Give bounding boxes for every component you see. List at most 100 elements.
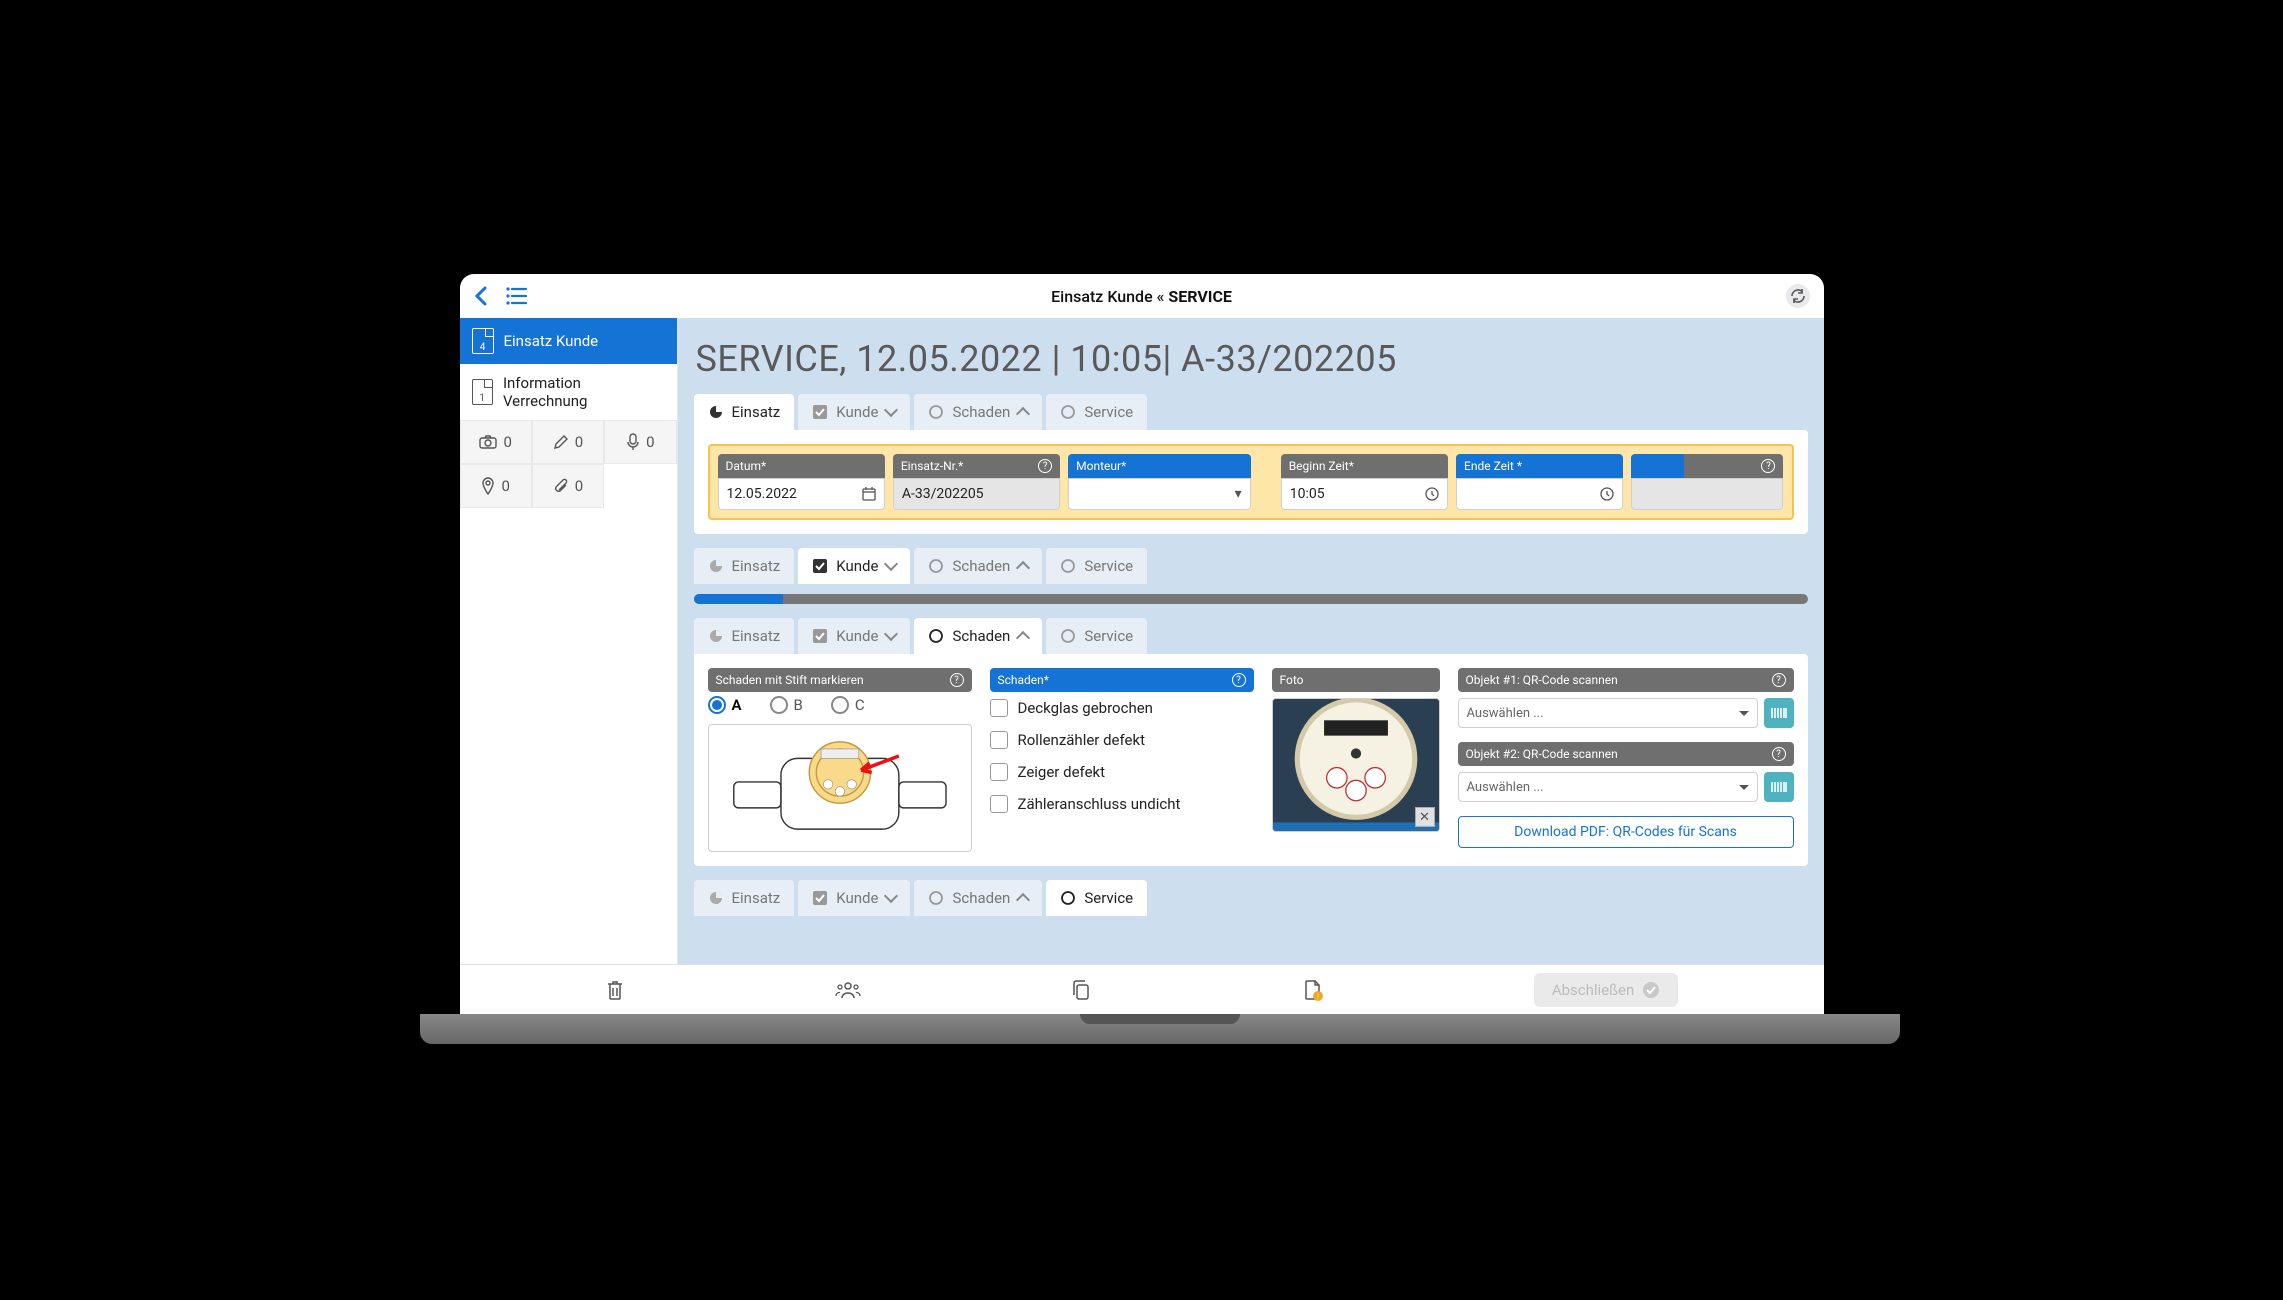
input-extra (1631, 478, 1783, 510)
scan-qr1-button[interactable] (1764, 698, 1794, 728)
clock-icon (1600, 487, 1614, 501)
help-icon[interactable]: ? (1772, 673, 1786, 687)
tab-service[interactable]: Service (1046, 548, 1147, 584)
scan-qr2-button[interactable] (1764, 772, 1794, 802)
download-pdf-button[interactable]: Download PDF: QR-Codes für Scans (1458, 816, 1794, 848)
mic-icon (626, 433, 640, 451)
tab-schaden[interactable]: Schaden (914, 394, 1042, 430)
tabs-schaden-block: Einsatz Kunde Schaden Service (694, 618, 1808, 654)
group-icon[interactable] (835, 981, 861, 999)
tab-schaden[interactable]: Schaden (914, 880, 1042, 916)
label-beginn-zeit: Beginn Zeit* (1281, 454, 1448, 478)
tool-clip[interactable]: 0 (532, 464, 604, 508)
app-screen: Einsatz Kunde « SERVICE 4 Einsatz Kunde … (460, 274, 1824, 1014)
circle-icon (1060, 404, 1076, 420)
radio-a[interactable]: A (708, 696, 742, 714)
label-qr2: Objekt #2: QR-Code scannen? (1458, 742, 1794, 766)
help-icon[interactable]: ? (1038, 459, 1052, 473)
meter-diagram[interactable] (708, 724, 972, 852)
chevron-up-icon (1016, 893, 1030, 907)
clock-icon (1425, 487, 1439, 501)
check-box-icon (812, 890, 828, 906)
tab-einsatz[interactable]: Einsatz (694, 880, 795, 916)
refresh-icon[interactable] (1786, 284, 1810, 308)
circle-icon (1060, 558, 1076, 574)
circle-icon (928, 890, 944, 906)
trash-icon[interactable] (605, 979, 625, 1001)
sidebar-item-label: Einsatz Kunde (504, 332, 599, 350)
chevron-up-icon (1016, 631, 1030, 645)
copy-icon[interactable] (1071, 979, 1091, 1001)
select-qr1[interactable]: Auswählen ... (1458, 698, 1758, 728)
schaden-panel: Schaden mit Stift markieren? A B C (694, 654, 1808, 866)
label-datum: Datum* (718, 454, 885, 478)
tab-kunde[interactable]: Kunde (798, 548, 910, 584)
radio-c[interactable]: C (831, 696, 865, 714)
chk-anschluss[interactable]: Zähleranschluss undicht (990, 788, 1254, 820)
tab-kunde[interactable]: Kunde (798, 394, 910, 430)
input-einsatz-nr: A-33/202205 (893, 478, 1060, 510)
doc-icon: 4 (472, 328, 494, 354)
tab-einsatz[interactable]: Einsatz (694, 618, 795, 654)
tool-pencil[interactable]: 0 (532, 420, 604, 464)
chk-rollenzaehler[interactable]: Rollenzähler defekt (990, 724, 1254, 756)
foto-remove-icon[interactable]: ✕ (1415, 807, 1435, 827)
doc-icon: 1 (472, 379, 493, 405)
pie-icon (708, 558, 724, 574)
input-beginn-zeit[interactable]: 10:05 (1281, 478, 1448, 510)
check-box-icon (812, 404, 828, 420)
circle-icon (928, 628, 944, 644)
tool-pin[interactable]: 0 (460, 464, 532, 508)
doc-alert-icon[interactable]: ! (1302, 979, 1324, 1001)
barcode-icon (1770, 706, 1788, 720)
tool-mic[interactable]: 0 (604, 420, 676, 464)
finish-button[interactable]: Abschließen (1534, 973, 1678, 1007)
tab-einsatz[interactable]: Einsatz (694, 394, 795, 430)
topbar: Einsatz Kunde « SERVICE (460, 274, 1824, 318)
help-icon[interactable]: ? (1761, 459, 1775, 473)
tab-service[interactable]: Service (1046, 880, 1147, 916)
paperclip-icon (553, 477, 569, 495)
tab-einsatz[interactable]: Einsatz (694, 548, 795, 584)
input-datum[interactable]: 12.05.2022 (718, 478, 885, 510)
chk-zeiger[interactable]: Zeiger defekt (990, 756, 1254, 788)
back-icon[interactable] (474, 286, 488, 306)
chevron-down-icon (884, 889, 898, 903)
bottombar: ! Abschließen (460, 964, 1824, 1014)
pin-icon (481, 477, 495, 495)
pie-icon (708, 628, 724, 644)
chevron-down-icon (884, 627, 898, 641)
sidebar-item-information-verrechnung[interactable]: 1 Information Verrechnung (460, 364, 677, 420)
input-ende-zeit[interactable] (1456, 478, 1623, 510)
camera-icon (479, 435, 497, 449)
help-icon[interactable]: ? (950, 673, 964, 687)
page-title: SERVICE, 12.05.2022 | 10:05| A-33/202205 (696, 338, 1806, 380)
tab-service[interactable]: Service (1046, 394, 1147, 430)
tool-camera[interactable]: 0 (460, 420, 532, 464)
tab-schaden[interactable]: Schaden (914, 548, 1042, 584)
label-ende-zeit: Ende Zeit * (1456, 454, 1623, 478)
select-qr2[interactable]: Auswählen ... (1458, 772, 1758, 802)
help-icon[interactable]: ? (1772, 747, 1786, 761)
radio-b[interactable]: B (770, 696, 803, 714)
list-icon[interactable] (506, 287, 528, 305)
sidebar-item-einsatz-kunde[interactable]: 4 Einsatz Kunde (460, 318, 677, 364)
svg-text:!: ! (1317, 993, 1319, 1001)
pencil-icon (553, 434, 569, 450)
check-box-icon (812, 558, 828, 574)
foto-thumbnail[interactable]: ✕ (1272, 698, 1440, 832)
pie-icon (708, 404, 724, 420)
tab-schaden[interactable]: Schaden (914, 618, 1042, 654)
circle-icon (1060, 890, 1076, 906)
chk-deckglas[interactable]: Deckglas gebrochen (990, 692, 1254, 724)
label-foto: Foto (1272, 668, 1440, 692)
select-monteur[interactable]: ▾ (1068, 478, 1251, 510)
label-extra: ? (1631, 454, 1783, 478)
tab-kunde[interactable]: Kunde (798, 618, 910, 654)
label-schaden-list: Schaden*? (990, 668, 1254, 692)
circle-icon (928, 404, 944, 420)
help-icon[interactable]: ? (1232, 673, 1246, 687)
tab-kunde[interactable]: Kunde (798, 880, 910, 916)
tab-service[interactable]: Service (1046, 618, 1147, 654)
label-qr1: Objekt #1: QR-Code scannen? (1458, 668, 1794, 692)
